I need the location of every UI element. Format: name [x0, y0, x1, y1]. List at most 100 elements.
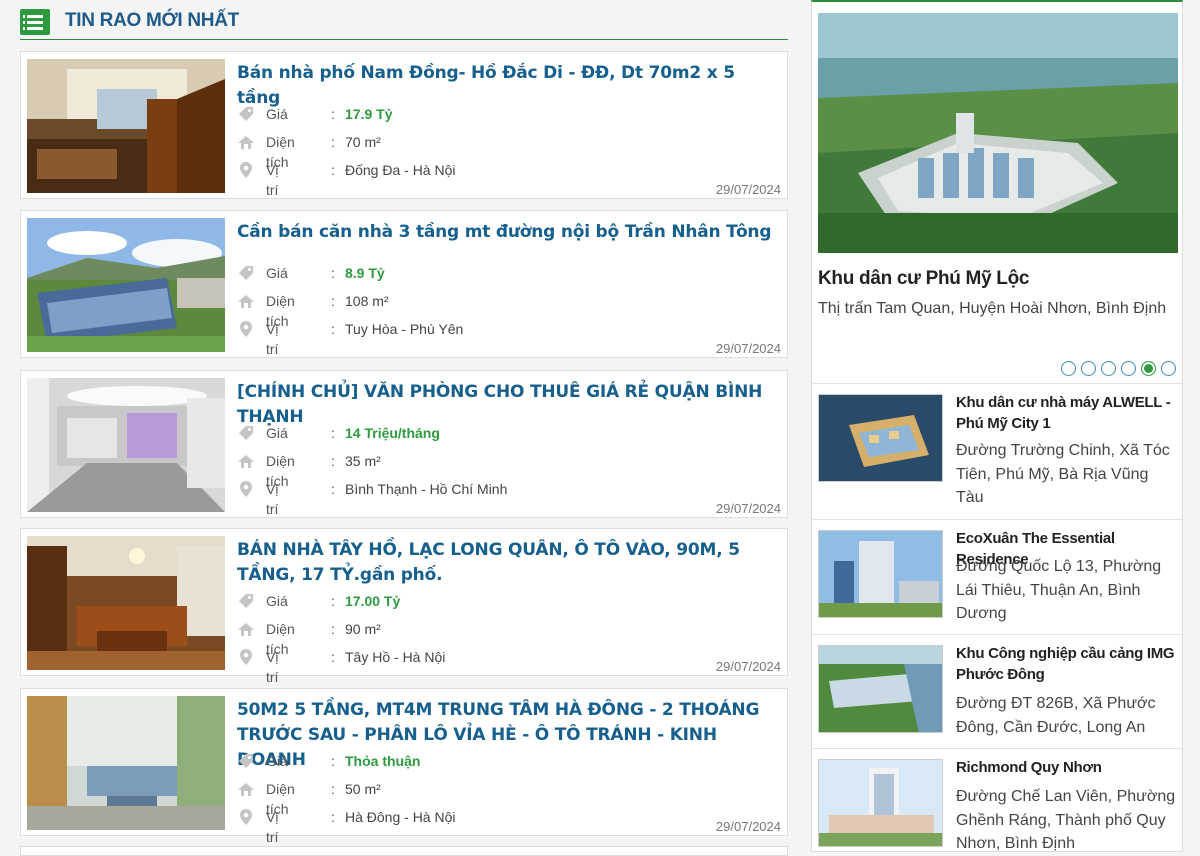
- price-value: Thỏa thuận: [345, 753, 421, 769]
- colon: :: [331, 453, 335, 469]
- project-item[interactable]: Khu dân cư nhà máy ALWELL - Phú Mỹ City …: [812, 383, 1182, 517]
- slider-dot-2[interactable]: [1081, 361, 1096, 376]
- colon: :: [331, 753, 335, 769]
- location-value: Bình Thạnh - Hồ Chí Minh: [345, 481, 508, 497]
- map-pin-icon: [240, 162, 252, 178]
- colon: :: [331, 781, 335, 797]
- map-pin-icon: [240, 321, 252, 337]
- colon: :: [331, 481, 335, 497]
- house-area-icon: [238, 136, 254, 149]
- price-value: 17.9 Tỷ: [345, 106, 393, 122]
- area-value: 108 m²: [345, 293, 389, 309]
- colon: :: [331, 321, 335, 337]
- listing-card[interactable]: 50M2 5 TẦNG, MT4M TRUNG TÂM HÀ ĐÔNG - 2 …: [20, 688, 788, 845]
- colon: :: [331, 593, 335, 609]
- listing-title-link[interactable]: Cần bán căn nhà 3 tầng mt đường nội bộ T…: [237, 220, 782, 245]
- house-area-icon: [238, 295, 254, 308]
- price-label: Giá: [266, 593, 288, 609]
- listing-thumbnail[interactable]: [27, 378, 225, 512]
- price-tag-icon: [239, 266, 253, 280]
- price-tag-icon: [239, 426, 253, 440]
- map-pin-icon: [240, 481, 252, 497]
- colon: :: [331, 809, 335, 825]
- location-label: Vị trí: [266, 481, 279, 517]
- map-pin-icon: [240, 809, 252, 825]
- house-area-icon: [238, 455, 254, 468]
- project-address: Đường ĐT 826B, Xã Phước Đông, Cần Đước, …: [956, 695, 1156, 736]
- area-value: 90 m²: [345, 621, 381, 637]
- project-address: Đường Quốc Lộ 13, Phường Lái Thiêu, Thuậ…: [956, 558, 1162, 622]
- area-value: 70 m²: [345, 134, 381, 150]
- listing-date: 29/07/2024: [715, 659, 781, 674]
- project-name[interactable]: Richmond Quy Nhơn: [956, 757, 1180, 778]
- section-header: TIN RAO MỚI NHẤT: [20, 0, 788, 40]
- price-label: Giá: [266, 753, 288, 769]
- project-address: Đường Chế Lan Viên, Phường Ghềnh Ráng, T…: [956, 788, 1176, 852]
- house-area-icon: [238, 623, 254, 636]
- listing-thumbnail[interactable]: [27, 59, 225, 193]
- listing-title-link[interactable]: Bán nhà phố Nam Đồng- Hồ Đắc Di - ĐĐ, Dt…: [237, 61, 782, 111]
- slider-dot-4[interactable]: [1121, 361, 1136, 376]
- colon: :: [331, 649, 335, 665]
- listing-date: 29/07/2024: [715, 501, 781, 516]
- listing-date: 29/07/2024: [715, 182, 781, 197]
- colon: :: [331, 106, 335, 122]
- project-thumbnail[interactable]: [818, 645, 943, 733]
- project-thumbnail[interactable]: [818, 394, 943, 482]
- listing-title-link[interactable]: 50M2 5 TẦNG, MT4M TRUNG TÂM HÀ ĐÔNG - 2 …: [237, 698, 782, 773]
- slider-dot-6[interactable]: [1161, 361, 1176, 376]
- colon: :: [331, 621, 335, 637]
- featured-project-title[interactable]: Khu dân cư Phú Mỹ Lộc: [818, 268, 1030, 290]
- listing-title-link[interactable]: BÁN NHÀ TÂY HỒ, LẠC LONG QUÂN, Ô TÔ VÀO,…: [237, 538, 782, 588]
- listing-card[interactable]: [CHÍNH CHỦ] VĂN PHÒNG CHO THUÊ GIÁ RẺ QU…: [20, 370, 788, 518]
- listing-thumbnail[interactable]: [27, 696, 225, 830]
- project-item[interactable]: Richmond Quy Nhơn Đường Chế Lan Viên, Ph…: [812, 748, 1182, 854]
- listing-title-link[interactable]: [CHÍNH CHỦ] VĂN PHÒNG CHO THUÊ GIÁ RẺ QU…: [237, 380, 782, 430]
- slider-dot-5[interactable]: [1141, 361, 1156, 376]
- colon: :: [331, 134, 335, 150]
- featured-project-image[interactable]: [818, 13, 1178, 253]
- price-value: 17.00 Tỷ: [345, 593, 401, 609]
- location-value: Đống Đa - Hà Nội: [345, 162, 456, 178]
- area-value: 35 m²: [345, 453, 381, 469]
- price-value: 14 Triệu/tháng: [345, 425, 440, 441]
- slider-dot-3[interactable]: [1101, 361, 1116, 376]
- listing-thumbnail[interactable]: [27, 218, 225, 352]
- listing-card[interactable]: BÁN NHÀ TÂY HỒ, LẠC LONG QUÂN, Ô TÔ VÀO,…: [20, 528, 788, 685]
- listing-thumbnail[interactable]: [27, 536, 225, 670]
- house-area-icon: [238, 783, 254, 796]
- project-item[interactable]: EcoXuân The Essential Residence Đường Qu…: [812, 519, 1182, 633]
- price-label: Giá: [266, 106, 288, 122]
- area-value: 50 m²: [345, 781, 381, 797]
- project-name[interactable]: Khu Công nghiệp cầu cảng IMG Phước Đông: [956, 643, 1180, 685]
- project-address: Đường Trường Chinh, Xã Tóc Tiên, Phú Mỹ,…: [956, 442, 1170, 506]
- latest-listings-section: TIN RAO MỚI NHẤT Bán nhà phố Nam Đồng- H…: [20, 0, 788, 856]
- project-item[interactable]: Khu Công nghiệp cầu cảng IMG Phước Đông …: [812, 634, 1182, 748]
- price-tag-icon: [239, 594, 253, 608]
- colon: :: [331, 425, 335, 441]
- listing-date: 29/07/2024: [715, 341, 781, 356]
- section-title: TIN RAO MỚI NHẤT: [65, 10, 239, 31]
- listing-card-partial[interactable]: [20, 846, 788, 856]
- slider-dot-1[interactable]: [1061, 361, 1076, 376]
- location-value: Tây Hồ - Hà Nội: [345, 649, 446, 665]
- listing-card[interactable]: Cần bán căn nhà 3 tầng mt đường nội bộ T…: [20, 210, 788, 358]
- location-label: Vị trí: [266, 321, 279, 357]
- project-thumbnail[interactable]: [818, 530, 943, 618]
- list-icon: [20, 9, 50, 35]
- featured-project-address: Thị trấn Tam Quan, Huyện Hoài Nhơn, Bình…: [818, 300, 1167, 317]
- price-tag-icon: [239, 107, 253, 121]
- price-label: Giá: [266, 265, 288, 281]
- colon: :: [331, 293, 335, 309]
- price-tag-icon: [239, 754, 253, 768]
- listing-card[interactable]: Bán nhà phố Nam Đồng- Hồ Đắc Di - ĐĐ, Dt…: [20, 51, 788, 199]
- location-label: Vị trí: [266, 162, 279, 198]
- map-pin-icon: [240, 649, 252, 665]
- price-label: Giá: [266, 425, 288, 441]
- listing-date: 29/07/2024: [715, 819, 781, 834]
- colon: :: [331, 265, 335, 281]
- project-thumbnail[interactable]: [818, 759, 943, 847]
- colon: :: [331, 162, 335, 178]
- price-value: 8.9 Tỷ: [345, 265, 385, 281]
- project-name[interactable]: Khu dân cư nhà máy ALWELL - Phú Mỹ City …: [956, 392, 1180, 434]
